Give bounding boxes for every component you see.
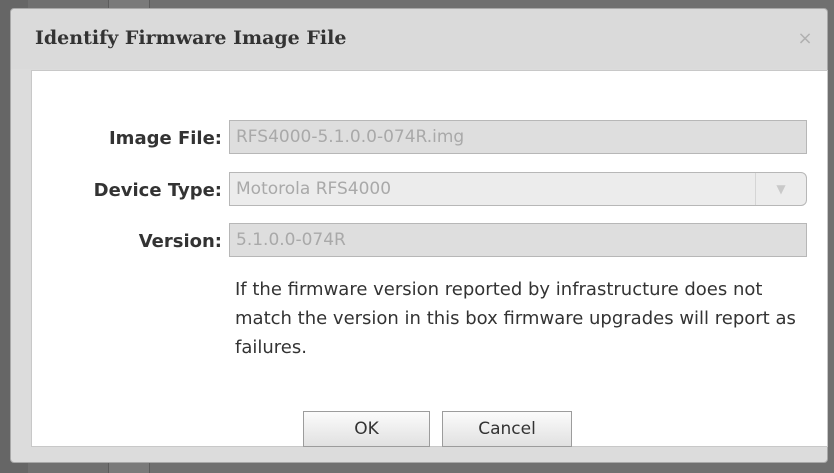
- device-type-row: Device Type: Motorola RFS4000 ▼: [32, 172, 829, 210]
- dialog-titlebar: Identify Firmware Image File ×: [11, 9, 827, 69]
- device-type-value: Motorola RFS4000: [236, 179, 392, 199]
- version-field[interactable]: 5.1.0.0-074R: [229, 223, 807, 257]
- image-file-field[interactable]: RFS4000-5.1.0.0-074R.img: [229, 120, 807, 154]
- device-type-select[interactable]: Motorola RFS4000 ▼: [229, 172, 807, 206]
- cancel-button[interactable]: Cancel: [442, 411, 572, 447]
- firmware-note: If the firmware version reported by infr…: [235, 279, 796, 358]
- chevron-down-icon[interactable]: ▼: [755, 173, 806, 205]
- version-row: Version: 5.1.0.0-074R: [32, 223, 829, 261]
- dialog-title: Identify Firmware Image File: [35, 27, 347, 49]
- image-file-label: Image File:: [108, 128, 222, 149]
- device-type-label: Device Type:: [93, 180, 222, 201]
- version-label: Version:: [138, 231, 222, 252]
- ok-button[interactable]: OK: [303, 411, 430, 447]
- image-file-row: Image File: RFS4000-5.1.0.0-074R.img: [32, 120, 829, 158]
- dialog-body: Image File: RFS4000-5.1.0.0-074R.img Dev…: [31, 70, 828, 447]
- close-icon[interactable]: ×: [795, 29, 815, 49]
- firmware-dialog: Identify Firmware Image File × Image Fil…: [10, 8, 828, 463]
